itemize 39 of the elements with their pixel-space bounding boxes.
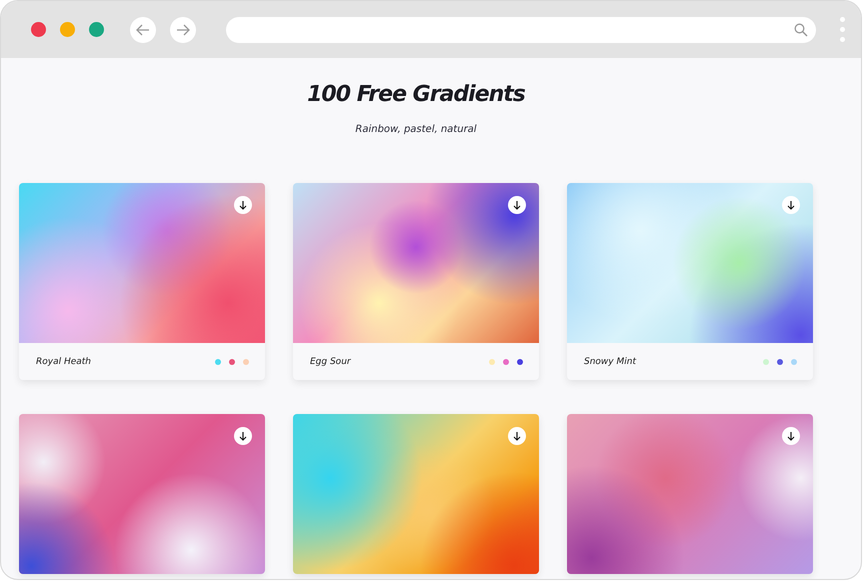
download-button[interactable] bbox=[782, 196, 800, 214]
color-swatch[interactable] bbox=[763, 358, 769, 364]
search-icon bbox=[794, 22, 808, 36]
forward-button[interactable] bbox=[170, 16, 196, 42]
arrow-down-icon bbox=[513, 432, 521, 440]
download-button[interactable] bbox=[782, 427, 800, 445]
back-button[interactable] bbox=[130, 16, 156, 42]
arrow-left-icon bbox=[136, 24, 150, 36]
download-button[interactable] bbox=[508, 196, 526, 214]
download-button[interactable] bbox=[234, 196, 252, 214]
color-swatch[interactable] bbox=[229, 358, 235, 364]
minimize-window-icon[interactable] bbox=[60, 22, 75, 37]
gradient-card[interactable]: Snowy Mint bbox=[567, 183, 813, 380]
maximize-window-icon[interactable] bbox=[89, 22, 104, 37]
close-window-icon[interactable] bbox=[31, 22, 46, 37]
color-swatch[interactable] bbox=[517, 358, 523, 364]
page-title: 100 Free Gradients bbox=[306, 82, 526, 107]
gradient-name: Snowy Mint bbox=[584, 356, 638, 366]
color-swatch[interactable] bbox=[215, 358, 221, 364]
gradient-name: Royal Heath bbox=[36, 356, 92, 366]
gradient-card[interactable] bbox=[567, 414, 813, 574]
gradient-card[interactable]: Egg Sour bbox=[293, 183, 539, 380]
color-swatch[interactable] bbox=[777, 358, 783, 364]
arrow-down-icon bbox=[239, 432, 247, 440]
arrow-right-icon bbox=[176, 24, 190, 36]
gradient-name: Egg Sour bbox=[310, 356, 352, 366]
page-subtitle: Rainbow, pastel, natural bbox=[354, 124, 478, 135]
gradient-card[interactable]: Royal Heath bbox=[19, 183, 265, 380]
download-button[interactable] bbox=[508, 427, 526, 445]
color-swatch[interactable] bbox=[791, 358, 797, 364]
arrow-down-icon bbox=[239, 200, 247, 210]
arrow-down-icon bbox=[513, 200, 521, 210]
gradient-card[interactable] bbox=[19, 414, 265, 574]
color-swatch[interactable] bbox=[243, 358, 249, 364]
color-swatch[interactable] bbox=[503, 358, 509, 364]
download-button[interactable] bbox=[234, 427, 252, 445]
arrow-down-icon bbox=[787, 200, 795, 210]
color-swatch[interactable] bbox=[489, 358, 495, 364]
arrow-down-icon bbox=[787, 432, 795, 440]
